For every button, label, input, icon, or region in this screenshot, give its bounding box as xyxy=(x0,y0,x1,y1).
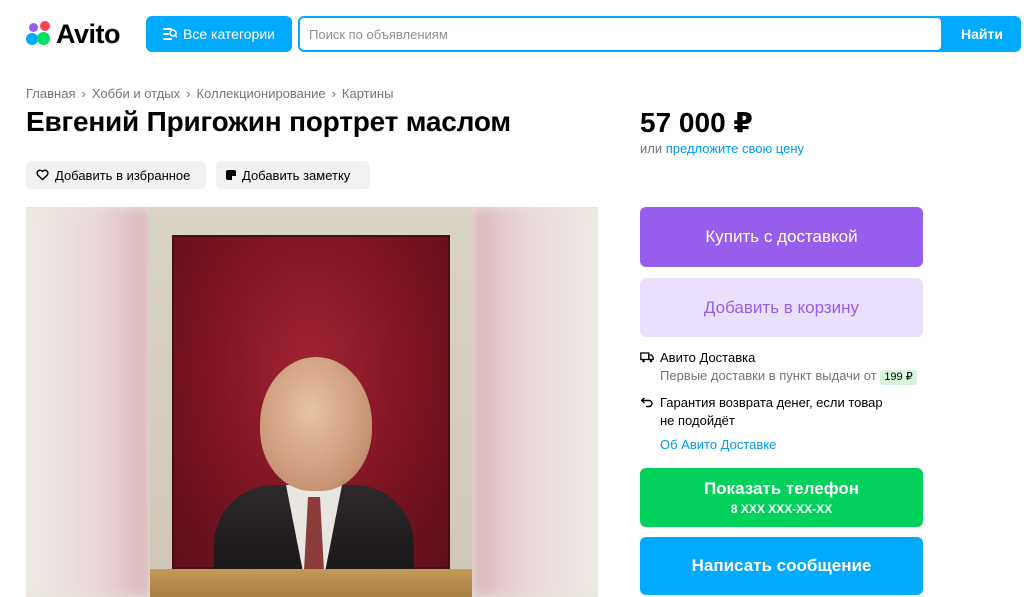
photo-blur-left xyxy=(26,207,150,597)
wooden-shelf xyxy=(150,569,472,597)
show-phone-button[interactable]: Показать телефон 8 XXX XXX-XX-XX xyxy=(640,468,923,527)
all-categories-label: Все категории xyxy=(183,26,275,42)
search-input[interactable] xyxy=(300,18,941,50)
heart-icon xyxy=(36,169,49,181)
breadcrumb: Главная › Хобби и отдых › Коллекциониров… xyxy=(26,86,393,101)
note-icon xyxy=(226,170,236,180)
listing-photo[interactable] xyxy=(26,207,598,597)
listing-title: Евгений Пригожин портрет маслом xyxy=(26,106,511,137)
price-or: или xyxy=(640,141,663,156)
note-label: Добавить заметку xyxy=(242,167,351,183)
add-to-favorites-button[interactable]: Добавить в избранное xyxy=(26,161,206,189)
photo-blur-right xyxy=(472,207,598,597)
write-message-label: Написать сообщение xyxy=(691,556,872,575)
photo-main xyxy=(150,207,472,597)
buy-with-delivery-label: Купить с доставкой xyxy=(705,227,858,246)
guarantee-line2: не подойдёт xyxy=(660,413,735,428)
add-note-button[interactable]: Добавить заметку xyxy=(216,161,370,189)
about-delivery-link[interactable]: Об Авито Доставке xyxy=(660,437,776,452)
chevron-right-icon: › xyxy=(81,86,86,101)
delivery-info: Авито Доставка Первые доставки в пункт в… xyxy=(640,349,917,385)
avito-logo[interactable]: Avito xyxy=(26,18,121,49)
all-categories-button[interactable]: Все категории xyxy=(146,16,292,52)
breadcrumb-home[interactable]: Главная xyxy=(26,86,75,101)
phone-mask: 8 XXX XXX-XX-XX xyxy=(730,502,833,516)
breadcrumb-collecting[interactable]: Коллекционирование xyxy=(196,86,325,101)
price-value: 57 000 ₽ xyxy=(640,107,753,138)
oil-portrait-painting xyxy=(172,235,450,571)
write-message-button[interactable]: Написать сообщение xyxy=(640,537,923,595)
chevron-right-icon: › xyxy=(331,86,336,101)
truck-icon xyxy=(640,352,654,363)
delivery-title: Авито Доставка xyxy=(660,350,756,365)
breadcrumb-paintings[interactable]: Картины xyxy=(342,86,394,101)
buy-with-delivery-button[interactable]: Купить с доставкой xyxy=(640,207,923,267)
offer-price-link[interactable]: предложите свою цену xyxy=(666,141,804,156)
delivery-price-badge: 199 ₽ xyxy=(880,370,917,385)
add-to-cart-button[interactable]: Добавить в корзину xyxy=(640,278,923,337)
search-bar: Найти xyxy=(298,16,1021,52)
search-button[interactable]: Найти xyxy=(943,16,1021,52)
return-guarantee: Гарантия возврата денег, если товар не п… xyxy=(640,394,883,430)
return-arrow-icon xyxy=(640,397,653,408)
breadcrumb-hobby[interactable]: Хобби и отдых xyxy=(92,86,180,101)
delivery-subtitle: Первые доставки в пункт выдачи от xyxy=(660,368,877,383)
price-offer: или предложите свою цену xyxy=(640,141,804,156)
chevron-right-icon: › xyxy=(186,86,191,101)
guarantee-line1: Гарантия возврата денег, если товар xyxy=(660,395,883,410)
add-to-cart-label: Добавить в корзину xyxy=(703,297,860,317)
categories-search-icon xyxy=(163,28,177,40)
avito-logo-icon xyxy=(26,21,52,47)
show-phone-label: Показать телефон xyxy=(703,479,860,498)
favorites-label: Добавить в избранное xyxy=(55,167,191,183)
logo-text: Avito xyxy=(56,18,121,49)
